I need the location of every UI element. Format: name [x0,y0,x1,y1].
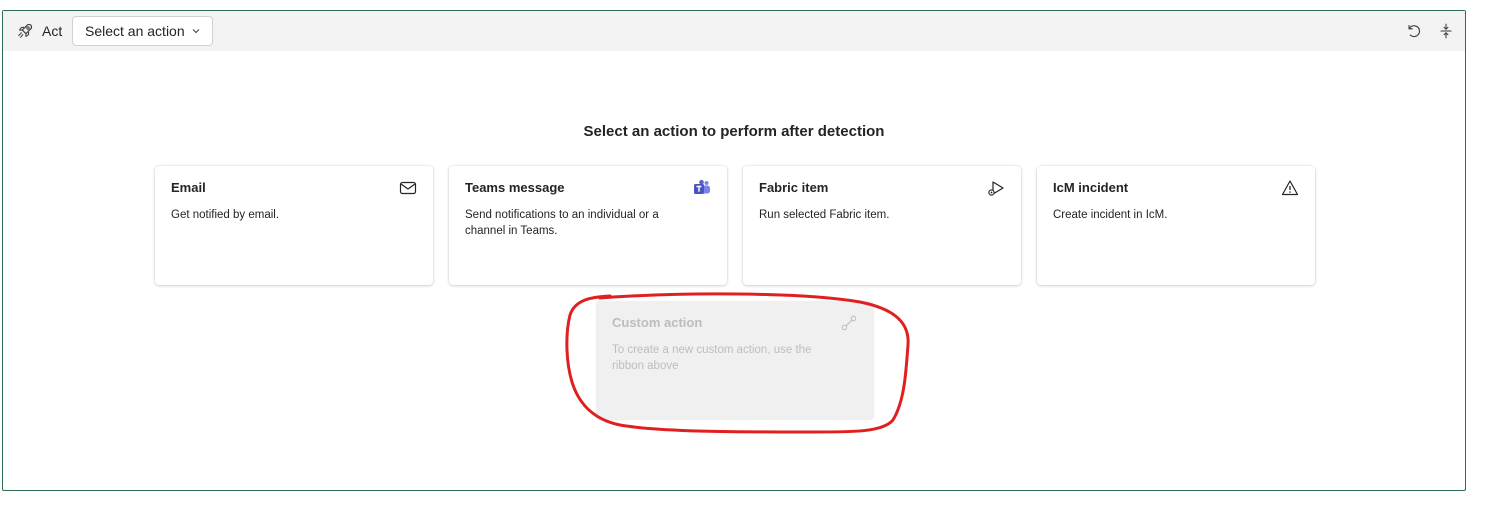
dropdown-label: Select an action [85,23,185,39]
page-heading: Select an action to perform after detect… [583,123,885,140]
card-description: Get notified by email. [171,209,280,221]
card-title: Custom action [612,315,703,330]
mail-icon [399,181,417,195]
card-description: To create a new custom action, use the r… [612,344,812,372]
link-icon [841,315,857,331]
rocket-icon [18,23,33,38]
collapse-icon[interactable] [1437,22,1455,40]
warning-icon [1281,180,1299,196]
toolbar-title: Act [42,23,63,39]
icm-incident-action-card[interactable]: IcM incident Create incident in IcM. [1037,166,1315,285]
card-description: Run selected Fabric item. [759,209,890,221]
toolbar: Act Select an action [3,11,1465,51]
chevron-down-icon [192,29,200,34]
email-action-card[interactable]: Email Get notified by email. [155,166,433,285]
action-select-dropdown[interactable]: Select an action [72,16,213,46]
card-title: Email [171,180,206,195]
undo-icon[interactable] [1405,22,1423,40]
card-description: Send notifications to an individual or a… [465,209,659,237]
run-item-icon [988,181,1004,196]
card-title: IcM incident [1053,180,1129,195]
act-panel: Act Select an action Select an action to… [2,10,1466,491]
card-description: Create incident in IcM. [1053,209,1168,221]
custom-action-card: Custom action To create a new custom act… [596,301,874,420]
teams-action-card[interactable]: Teams message Send notifications to an i… [449,166,727,285]
card-title: Teams message [465,180,565,195]
teams-icon [694,179,710,194]
fabric-item-action-card[interactable]: Fabric item Run selected Fabric item. [743,166,1021,285]
card-title: Fabric item [759,180,829,195]
